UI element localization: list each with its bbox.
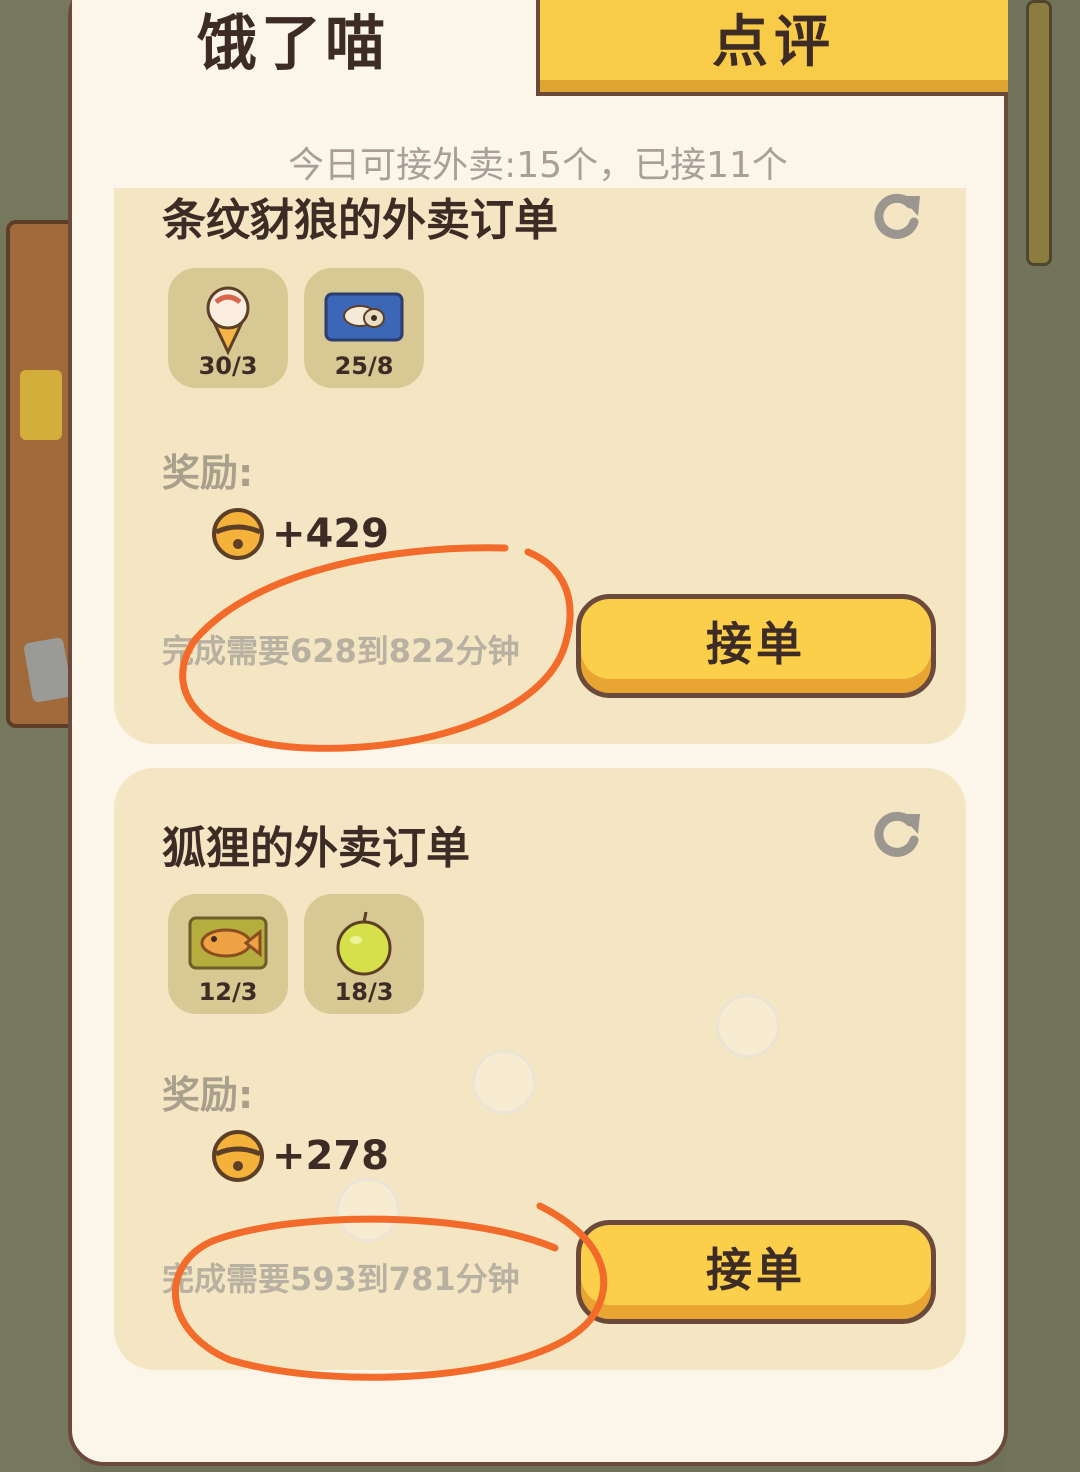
order-item-count: 25/8 xyxy=(334,352,394,380)
daily-quota-text: 今日可接外卖:15个，已接11个 xyxy=(288,145,788,186)
order-item-count: 30/3 xyxy=(198,352,258,380)
accept-order-button[interactable]: 接单 xyxy=(576,594,936,698)
bell-coin-icon xyxy=(212,508,264,560)
sushi-roll-icon xyxy=(324,292,404,342)
reward-label: 奖励: xyxy=(162,1073,254,1117)
reward-amount: +278 xyxy=(272,1133,390,1179)
order-title: 条纹豺狼的外卖订单 xyxy=(162,195,558,246)
tab-review[interactable]: 点评 xyxy=(536,0,1008,96)
tab-review-label: 点评 xyxy=(712,9,836,75)
order-item-count: 18/3 xyxy=(334,978,394,1006)
tab-eleme[interactable]: 饿了喵 xyxy=(72,0,534,96)
order-item: 25/8 xyxy=(304,268,424,388)
touch-indicator xyxy=(472,1050,536,1114)
reward-row: +429 xyxy=(210,506,389,562)
taiyaki-icon xyxy=(188,916,268,970)
order-item: 30/3 xyxy=(168,268,288,388)
accept-order-label: 接单 xyxy=(706,1243,806,1297)
refresh-icon[interactable] xyxy=(870,806,926,862)
order-card: 条纹豺狼的外卖订单 30/3 25/8 奖励: +429 完成需要628到822… xyxy=(114,142,966,744)
order-item: 18/3 xyxy=(304,894,424,1014)
refresh-icon[interactable] xyxy=(870,188,926,244)
order-card: 狐狸的外卖订单 12/3 18/3 奖励: +278 完成需要593到781分钟 xyxy=(114,768,966,1370)
background-pole xyxy=(1026,0,1052,266)
reward-amount: +429 xyxy=(272,511,390,557)
tab-eleme-label: 饿了喵 xyxy=(197,8,389,79)
reward-label: 奖励: xyxy=(162,451,254,495)
background-cushion xyxy=(20,370,62,440)
order-duration: 完成需要593到781分钟 xyxy=(162,1260,520,1298)
reward-row: +278 xyxy=(210,1128,389,1184)
accept-order-label: 接单 xyxy=(706,617,806,671)
order-item: 12/3 xyxy=(168,894,288,1014)
order-item-count: 12/3 xyxy=(198,978,258,1006)
bell-coin-icon xyxy=(212,1130,264,1182)
touch-indicator xyxy=(336,1178,400,1242)
accept-order-button[interactable]: 接单 xyxy=(576,1220,936,1324)
touch-indicator xyxy=(716,994,780,1058)
order-duration: 完成需要628到822分钟 xyxy=(162,632,520,670)
ice-cream-icon xyxy=(206,286,250,356)
lime-fruit-icon xyxy=(336,911,392,976)
order-title: 狐狸的外卖订单 xyxy=(162,823,470,874)
